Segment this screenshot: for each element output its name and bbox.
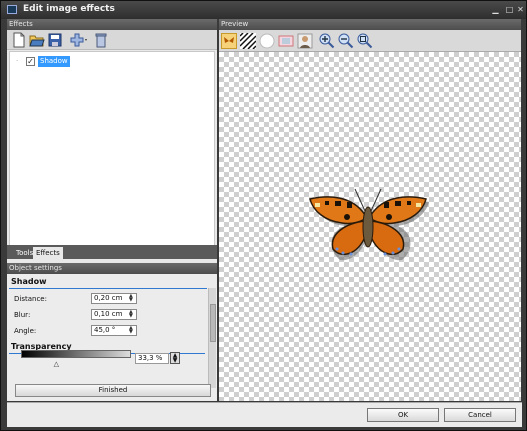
- app-icon: [7, 5, 17, 14]
- scrollbar-thumb[interactable]: [210, 304, 216, 342]
- preview-header: Preview: [219, 19, 521, 30]
- blur-label: Blur:: [14, 311, 31, 319]
- frame-bg-icon[interactable]: [278, 33, 294, 49]
- new-icon[interactable]: [11, 32, 27, 48]
- portrait-bg-icon[interactable]: [297, 33, 313, 49]
- zoom-fit-icon[interactable]: [357, 33, 373, 49]
- tree-connector: ·: [16, 57, 19, 65]
- angle-spinner[interactable]: 45,0 ° ▲ ▼: [91, 325, 137, 336]
- tab-effects[interactable]: Effects: [33, 247, 63, 259]
- preview-toolbar: [219, 30, 521, 52]
- minimize-icon[interactable]: ▁: [491, 5, 500, 14]
- effects-panel-header: Effects: [7, 19, 217, 30]
- delete-icon[interactable]: [93, 32, 109, 48]
- zoom-out-icon[interactable]: [338, 33, 354, 49]
- add-effect-icon[interactable]: [69, 32, 87, 48]
- angle-value: 45,0 °: [94, 326, 116, 334]
- cancel-button[interactable]: Cancel: [444, 408, 516, 422]
- tree-item-label[interactable]: Shadow: [38, 56, 70, 67]
- edit-image-effects-window: Edit image effects ▁ □ ✕ Effects · ✓ Sha…: [0, 0, 527, 431]
- maximize-icon[interactable]: □: [505, 5, 514, 14]
- section-divider: [9, 288, 207, 289]
- spinner-arrows-icon[interactable]: ▲ ▼: [129, 310, 135, 319]
- settings-scrollbar[interactable]: [208, 288, 216, 388]
- spinner-arrows-icon[interactable]: ▲ ▼: [129, 294, 135, 303]
- transparency-spinner-icon[interactable]: ▲ ▼: [170, 352, 180, 364]
- butterfly-bg-icon[interactable]: [221, 33, 237, 49]
- distance-value: 0,20 cm: [94, 294, 123, 302]
- shadow-section-title: Shadow: [11, 277, 47, 286]
- effects-tree: · ✓ Shadow: [9, 51, 215, 247]
- open-icon[interactable]: [29, 32, 45, 48]
- panel-tabs: Tools Effects: [7, 245, 217, 259]
- save-icon[interactable]: [47, 32, 63, 48]
- distance-label: Distance:: [14, 295, 47, 303]
- spinner-arrows-icon[interactable]: ▲ ▼: [129, 326, 135, 335]
- angle-label: Angle:: [14, 327, 37, 335]
- distance-spinner[interactable]: 0,20 cm ▲ ▼: [91, 293, 137, 304]
- effects-toolbar: [7, 30, 217, 50]
- zoom-in-icon[interactable]: [319, 33, 335, 49]
- white-bg-icon[interactable]: [259, 33, 275, 49]
- ok-button[interactable]: OK: [367, 408, 439, 422]
- object-settings: Shadow Distance: 0,20 cm ▲ ▼ Blur: 0,10 c…: [7, 274, 217, 401]
- dialog-button-bar: OK Cancel: [7, 402, 522, 427]
- blur-spinner[interactable]: 0,10 cm ▲ ▼: [91, 309, 137, 320]
- shadow-checkbox[interactable]: ✓: [26, 57, 35, 66]
- effects-panel: Effects · ✓ Shadow Tools Effects Object …: [7, 19, 217, 401]
- close-icon[interactable]: ✕: [516, 5, 525, 14]
- butterfly-image: [309, 188, 429, 261]
- title-bar: Edit image effects ▁ □ ✕: [1, 1, 526, 19]
- transparency-marker-icon[interactable]: △: [54, 360, 59, 368]
- zebra-bg-icon[interactable]: [239, 32, 257, 50]
- transparency-value-field[interactable]: 33,3 %: [135, 353, 169, 364]
- blur-value: 0,10 cm: [94, 310, 123, 318]
- window-title: Edit image effects: [23, 4, 115, 14]
- preview-canvas[interactable]: [219, 52, 521, 401]
- finished-button[interactable]: Finished: [15, 384, 211, 397]
- object-settings-header: Object settings: [7, 263, 217, 274]
- transparency-gradient[interactable]: [21, 350, 131, 358]
